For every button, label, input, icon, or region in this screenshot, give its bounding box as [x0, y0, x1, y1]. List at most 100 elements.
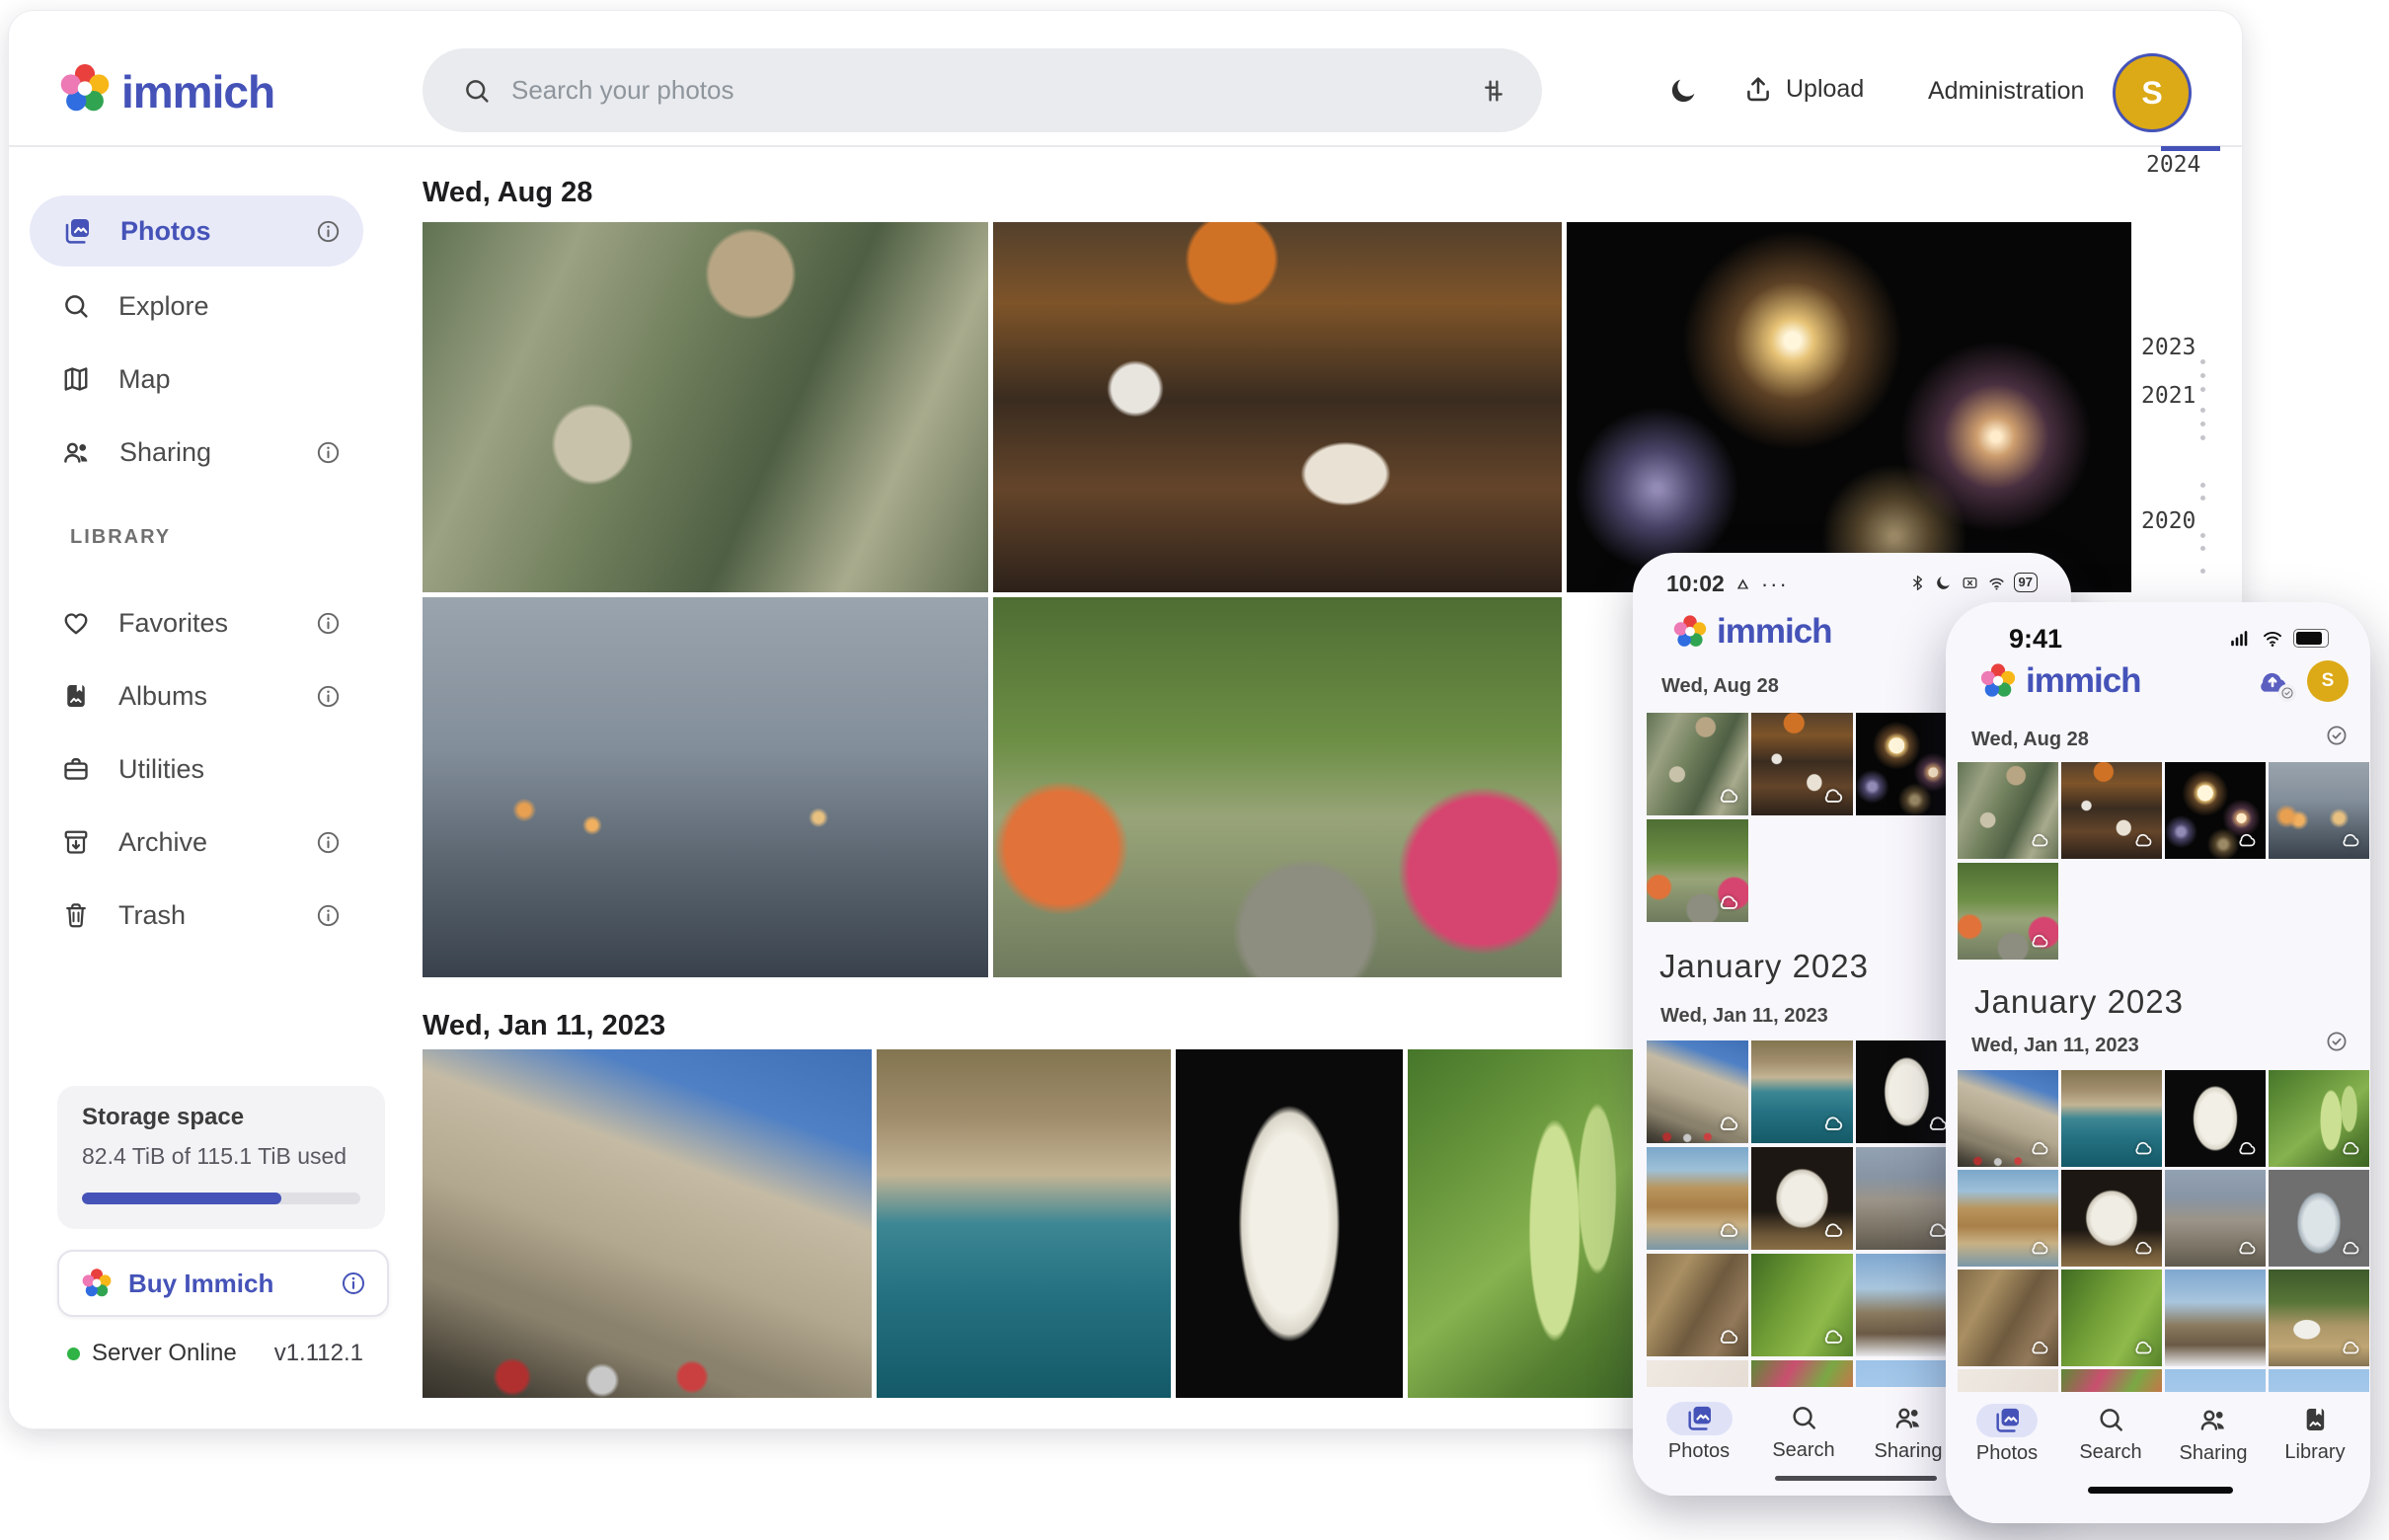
photo-row	[1647, 1040, 1958, 1143]
tab-library[interactable]: Library	[2284, 1405, 2345, 1464]
photo-thumbnail-sea-grapes[interactable]	[2269, 1070, 2369, 1167]
info-icon[interactable]	[315, 683, 342, 710]
no-sim-icon	[1961, 574, 1979, 592]
sidebar-item-trash[interactable]: Trash	[30, 880, 363, 951]
tab-search[interactable]: Search	[1772, 1403, 1834, 1462]
photo-thumbnail-fortress-wall[interactable]	[1958, 1070, 2058, 1167]
photo-thumbnail-fortress-wall[interactable]	[1647, 1040, 1748, 1143]
photo-row	[1958, 762, 2369, 859]
timeline-year[interactable]: 2021	[2141, 383, 2196, 409]
photo-thumbnail-castle-ruins[interactable]	[2165, 1170, 2266, 1267]
photo-thumbnail-fireworks[interactable]	[2165, 762, 2266, 859]
sidebar-item-favorites[interactable]: Favorites	[30, 587, 363, 658]
timeline-scrub-indicator[interactable]	[2161, 146, 2220, 151]
timeline-year[interactable]: 2023	[2141, 335, 2196, 360]
info-icon[interactable]	[315, 218, 342, 245]
info-icon[interactable]	[315, 829, 342, 856]
immich-logo-icon	[58, 62, 112, 116]
photo-thumbnail-holding-hands[interactable]	[423, 597, 988, 977]
photos-icon	[61, 215, 93, 247]
battery-icon	[2293, 629, 2329, 648]
photo-thumbnail-lizard-moss[interactable]	[1751, 1254, 1853, 1356]
home-indicator[interactable]	[2088, 1487, 2233, 1494]
sidebar-item-archive[interactable]: Archive	[30, 807, 363, 878]
photo-thumbnail-castle-ruins[interactable]	[1856, 1147, 1958, 1250]
user-avatar[interactable]: S	[2113, 53, 2192, 132]
photo-thumbnail-marble-bust[interactable]	[2165, 1070, 2266, 1167]
search-bar[interactable]	[423, 48, 1542, 132]
select-all-check-icon[interactable]	[2325, 724, 2349, 747]
photo-thumbnail-coastal-bay[interactable]	[2061, 1070, 2162, 1167]
photo-thumbnail-coastal-bay[interactable]	[877, 1049, 1171, 1398]
tab-photos[interactable]: Photos	[1668, 1403, 1730, 1463]
sidebar-item-sharing[interactable]: Sharing	[30, 417, 363, 488]
photo-thumbnail-lizard[interactable]	[1958, 1270, 2058, 1366]
photo-thumbnail-autumn-path[interactable]	[993, 597, 1562, 977]
info-icon[interactable]	[340, 1270, 367, 1297]
date-group-heading: Wed, Jan 11, 2023	[1971, 1035, 2139, 1057]
search-icon	[462, 76, 492, 106]
photo-thumbnail-fireworks[interactable]	[1567, 222, 2131, 592]
photo-thumbnail-snowy-village[interactable]	[1856, 1254, 1958, 1356]
tab-sharing[interactable]: Sharing	[2180, 1405, 2248, 1465]
bottom-nav-bar: Photos Search Sharing Library	[1946, 1392, 2370, 1523]
user-avatar[interactable]: S	[2307, 660, 2349, 702]
photo-row	[1647, 1147, 1958, 1250]
sidebar-item-albums[interactable]: Albums	[30, 660, 363, 732]
photo-thumbnail-stone-sculpture[interactable]	[1751, 1147, 1853, 1250]
tab-photos[interactable]: Photos	[1976, 1405, 2038, 1465]
photo-thumbnail-stone-sculpture[interactable]	[2061, 1170, 2162, 1267]
photo-thumbnail-dinner-table[interactable]	[1751, 713, 1853, 815]
backup-cloud-icon[interactable]	[2252, 661, 2293, 703]
search-input[interactable]	[509, 74, 1479, 107]
info-icon[interactable]	[315, 902, 342, 929]
info-icon[interactable]	[315, 439, 342, 466]
photo-thumbnail-fireworks[interactable]	[1856, 713, 1958, 815]
photo-thumbnail-dinner-table[interactable]	[993, 222, 1562, 592]
tab-sharing[interactable]: Sharing	[1875, 1403, 1943, 1463]
sidebar-item-explore[interactable]: Explore	[30, 270, 363, 342]
wifi-icon	[1987, 574, 2006, 592]
photo-thumbnail-farmhouse-field[interactable]	[2269, 1270, 2369, 1366]
photo-thumbnail-autumn-path[interactable]	[1958, 863, 2058, 960]
backup-check-badge	[2278, 684, 2296, 702]
moon-icon	[1935, 574, 1953, 591]
photo-thumbnail-autumn-path[interactable]	[1647, 819, 1748, 922]
administration-link[interactable]: Administration	[1928, 77, 2084, 106]
sidebar-item-utilities[interactable]: Utilities	[30, 733, 363, 805]
photo-thumbnail-marble-bust[interactable]	[1176, 1049, 1403, 1398]
photo-thumbnail-lizard[interactable]	[1647, 1254, 1748, 1356]
dark-mode-toggle-moon-icon[interactable]	[1668, 74, 1700, 106]
search-filter-icon[interactable]	[1479, 76, 1508, 106]
tab-search[interactable]: Search	[2079, 1405, 2141, 1464]
photo-thumbnail-silver-ornament[interactable]	[2269, 1170, 2369, 1267]
photo-thumbnail-holding-hands[interactable]	[2269, 762, 2369, 859]
photo-thumbnail-coastal-bay[interactable]	[1751, 1040, 1853, 1143]
library-section-heading: LIBRARY	[70, 526, 171, 549]
timeline-year[interactable]: 2020	[2141, 508, 2196, 534]
sidebar-item-photos[interactable]: Photos	[30, 195, 363, 267]
sidebar-item-map[interactable]: Map	[30, 344, 363, 415]
upload-button[interactable]: Upload	[1742, 73, 1864, 105]
photo-thumbnail-marble-bust[interactable]	[1856, 1040, 1958, 1143]
info-icon[interactable]	[315, 610, 342, 637]
photo-thumbnail-sea-grapes[interactable]	[1408, 1049, 1645, 1398]
home-indicator[interactable]	[1775, 1476, 1937, 1481]
photo-thumbnail-beach-cliff[interactable]	[1958, 1170, 2058, 1267]
buy-immich-button[interactable]: Buy Immich	[57, 1250, 389, 1317]
photo-thumbnail-monkeys-jungle[interactable]	[1958, 762, 2058, 859]
photo-thumbnail-beach-cliff[interactable]	[1647, 1147, 1748, 1250]
timeline-year[interactable]: 2024	[2146, 152, 2200, 178]
photo-thumbnail-dinner-table[interactable]	[2061, 762, 2162, 859]
cloud-backup-icon	[1716, 889, 1741, 915]
photo-thumbnail-monkeys-jungle[interactable]	[1647, 713, 1748, 815]
select-all-check-icon[interactable]	[2325, 1030, 2349, 1053]
avatar-initial: S	[2322, 670, 2335, 692]
date-group-heading: Wed, Aug 28	[423, 177, 592, 209]
photo-thumbnail-monkeys-jungle[interactable]	[423, 222, 988, 592]
photo-row	[1647, 713, 1958, 815]
cloud-backup-icon	[1716, 783, 1741, 808]
photo-thumbnail-snowy-village[interactable]	[2165, 1270, 2266, 1366]
photo-thumbnail-fortress-wall[interactable]	[423, 1049, 872, 1398]
photo-thumbnail-lizard-moss[interactable]	[2061, 1270, 2162, 1366]
